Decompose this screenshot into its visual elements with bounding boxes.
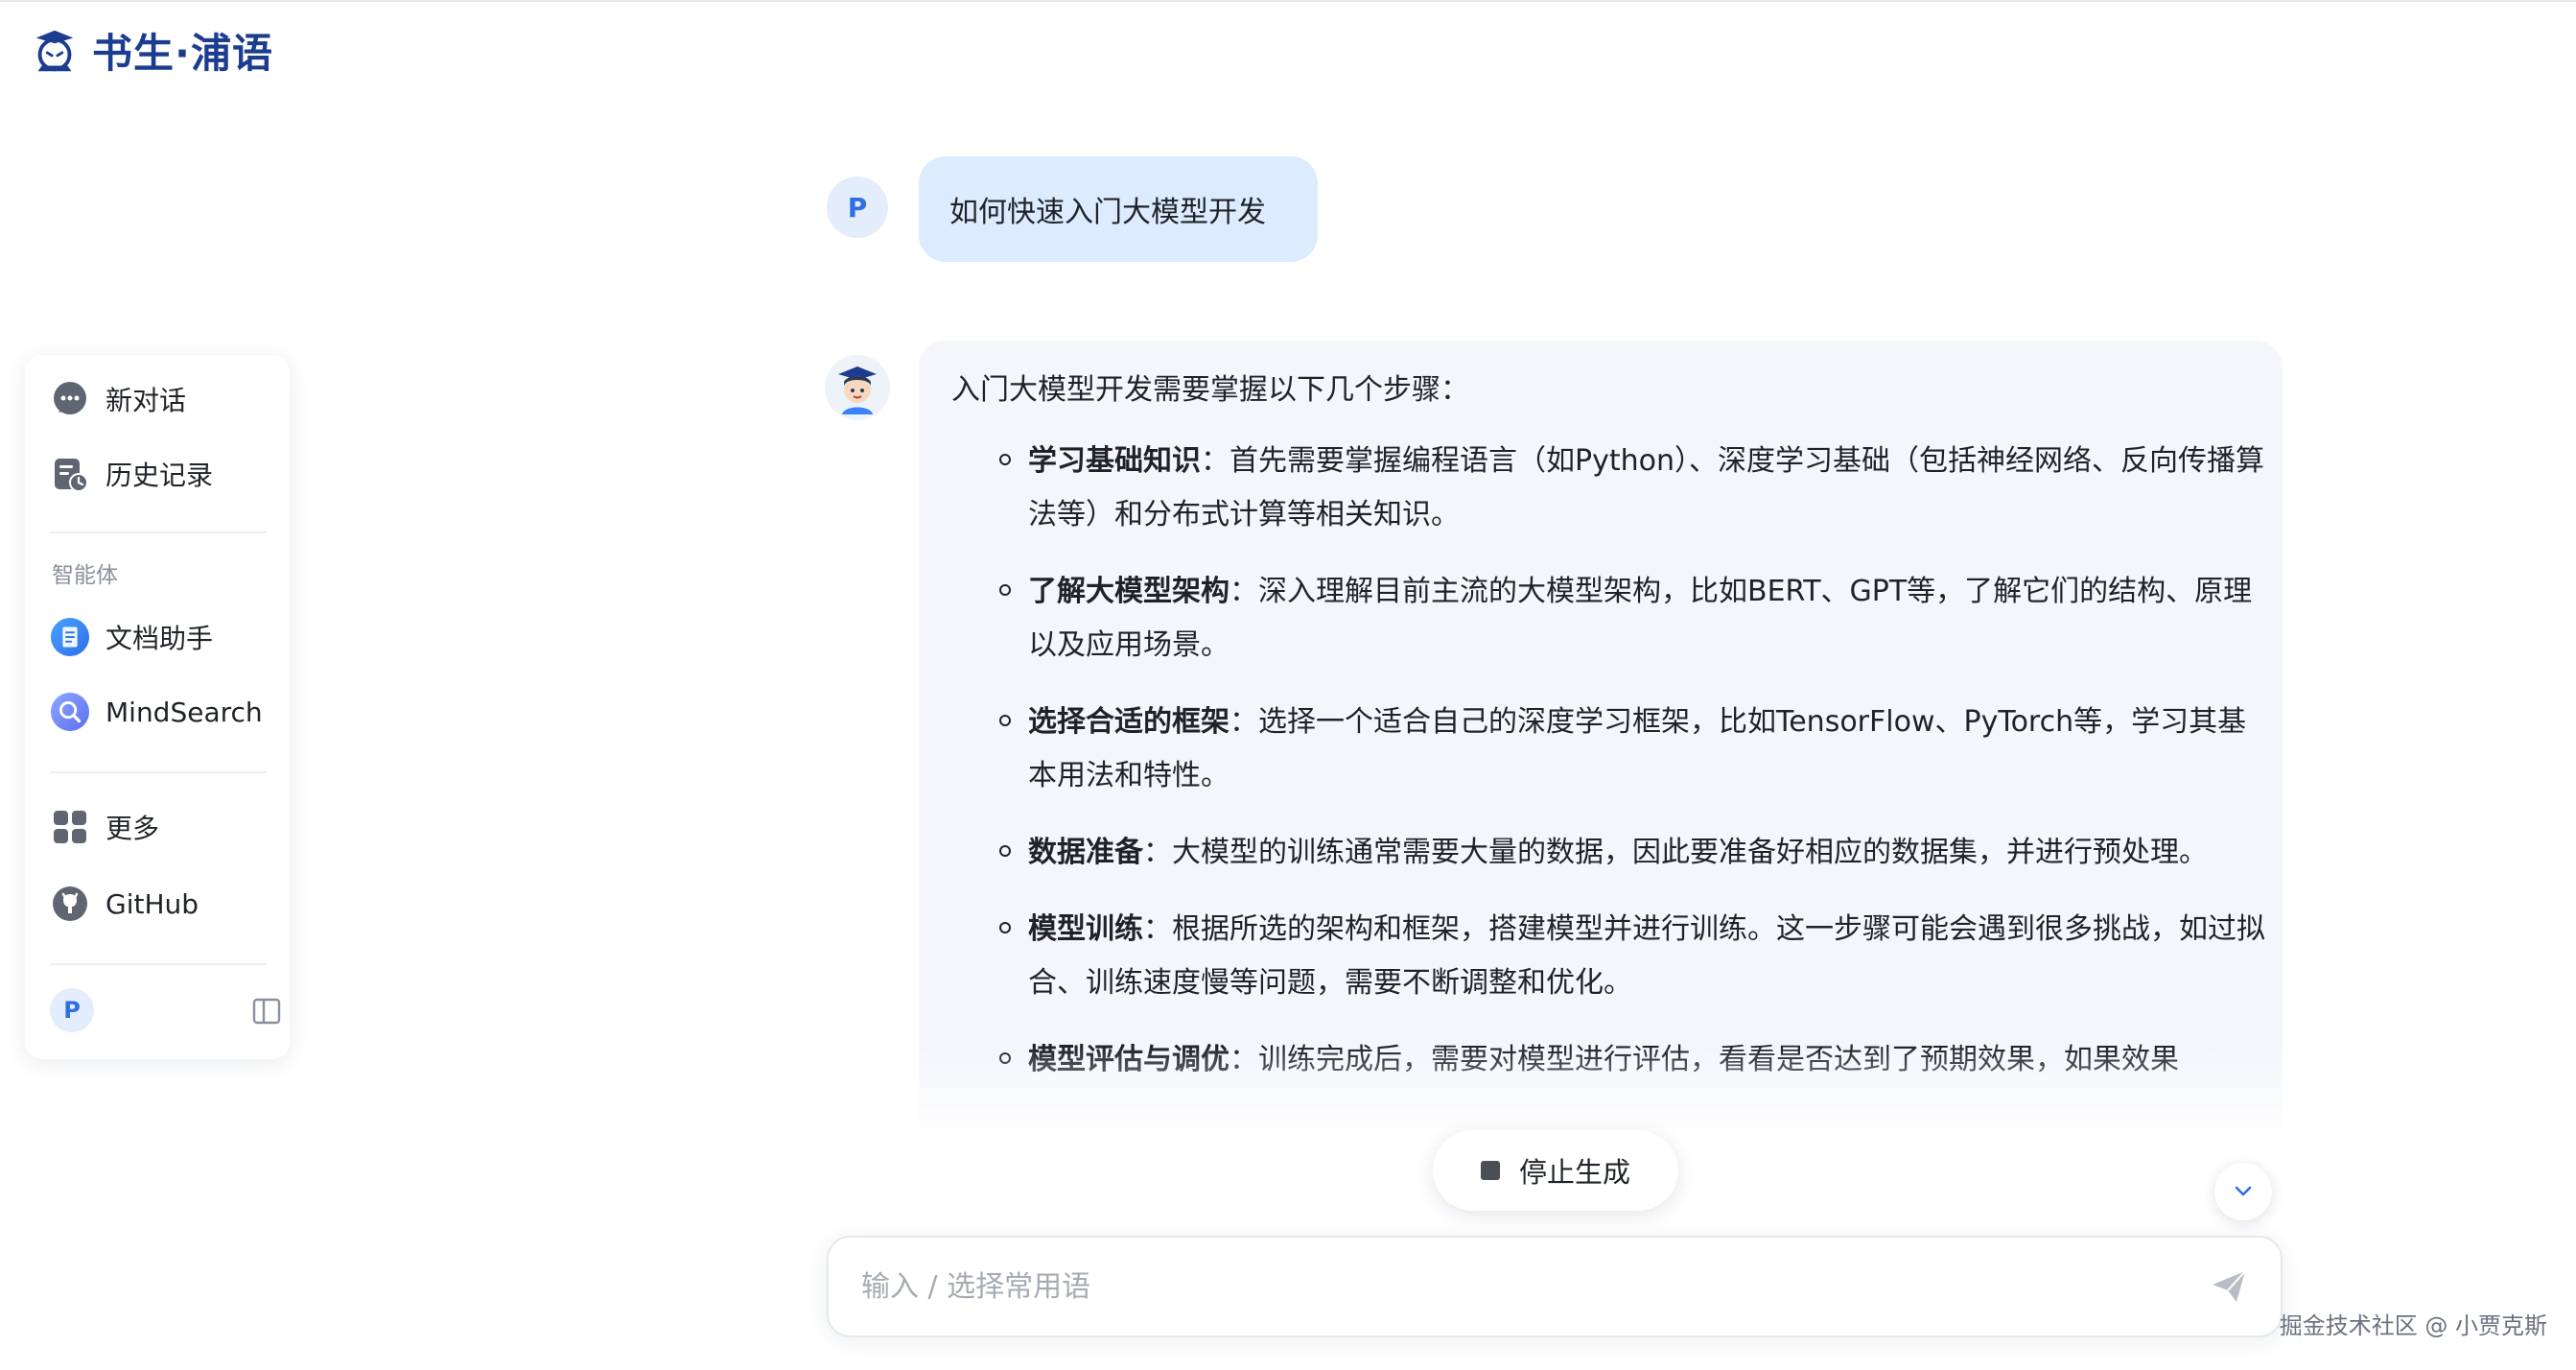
sidebar-collapse-icon[interactable] xyxy=(251,996,282,1027)
user-avatar: P xyxy=(827,177,888,238)
bullet-icon xyxy=(999,1052,1011,1064)
sidebar-item-new-chat[interactable]: 新对话 xyxy=(50,372,186,426)
bullet-icon xyxy=(999,715,1011,726)
document-assistant-icon xyxy=(50,617,90,657)
user-message-bubble: 如何快速入门大模型开发 xyxy=(919,156,1318,262)
sidebar-item-label: 更多 xyxy=(105,813,160,844)
bullet-icon xyxy=(999,845,1011,857)
steps-list: 学习基础知识：首先需要掌握编程语言（如Python）、深度学习基础（包括神经网络… xyxy=(951,435,2265,1087)
step-text: ：根据所选的架构和框架，搭建模型并进行训练。这一步骤可能会遇到很多挑战，如过拟合… xyxy=(1028,912,2265,1000)
step-text: ：训练完成后，需要对模型进行评估，看看是否达到了预期效果，如果效果 xyxy=(1229,1043,2179,1076)
stop-generating-button[interactable]: 停止生成 xyxy=(1433,1130,1678,1211)
sidebar-item-document-assistant[interactable]: 文档助手 xyxy=(50,610,213,664)
step-title: 模型训练 xyxy=(1028,912,1143,946)
chat-input-container xyxy=(827,1236,2283,1337)
list-item: 数据准备：大模型的训练通常需要大量的数据，因此要准备好相应的数据集，并进行预处理… xyxy=(951,826,2275,880)
history-icon xyxy=(50,454,90,494)
sidebar-item-history[interactable]: 历史记录 xyxy=(50,447,213,501)
sidebar-item-label: 新对话 xyxy=(105,385,187,416)
chat-input[interactable] xyxy=(859,1268,2208,1305)
assistant-avatar-icon xyxy=(825,355,890,420)
app-logo[interactable]: 书生·浦语 xyxy=(27,21,273,80)
sidebar-divider xyxy=(50,963,267,965)
list-item: 选择合适的框架：选择一个适合自己的深度学习框架，比如TensorFlow、PyT… xyxy=(951,696,2275,803)
list-item: 了解大模型架构：深入理解目前主流的大模型架构，比如BERT、GPT等，了解它们的… xyxy=(951,565,2275,673)
logo-text: 书生·浦语 xyxy=(92,30,273,77)
step-title: 模型评估与调优 xyxy=(1028,1043,1229,1076)
assistant-intro-text: 入门大模型开发需要掌握以下几个步骤： xyxy=(951,373,1469,407)
mindsearch-icon xyxy=(50,692,90,732)
sidebar-item-label: MindSearch xyxy=(105,696,263,728)
chat-bubble-icon xyxy=(50,379,90,419)
user-message-text: 如何快速入门大模型开发 xyxy=(949,196,1266,229)
step-title: 选择合适的框架 xyxy=(1028,705,1229,739)
stop-generating-label: 停止生成 xyxy=(1518,1156,1630,1189)
sidebar-item-more[interactable]: 更多 xyxy=(50,800,159,854)
step-title: 学习基础知识 xyxy=(1028,444,1201,478)
list-item: 学习基础知识：首先需要掌握编程语言（如Python）、深度学习基础（包括神经网络… xyxy=(951,435,2275,542)
sidebar-item-label: 文档助手 xyxy=(105,623,214,654)
assistant-message-bubble: 入门大模型开发需要掌握以下几个步骤： 学习基础知识：首先需要掌握编程语言（如Py… xyxy=(919,341,2283,1127)
sidebar-item-label: GitHub xyxy=(105,887,199,920)
bullet-icon xyxy=(999,922,1011,933)
window-top-border xyxy=(0,0,2576,2)
watermark: 掘金技术社区 @ 小贾克斯 xyxy=(2279,1312,2547,1339)
sidebar-divider xyxy=(50,771,267,773)
step-title: 数据准备 xyxy=(1028,836,1143,869)
user-avatar[interactable]: P xyxy=(50,988,94,1032)
chevron-down-icon xyxy=(2235,1186,2252,1196)
scholar-logo-icon xyxy=(35,30,74,71)
sidebar: 新对话 历史记录 智能体 文档助手 MindSearch 更多 GitHub P xyxy=(25,355,290,1059)
list-item: 模型训练：根据所选的架构和框架，搭建模型并进行训练。这一步骤可能会遇到很多挑战，… xyxy=(951,903,2275,1010)
list-item: 模型评估与调优：训练完成后，需要对模型进行评估，看看是否达到了预期效果，如果效果 xyxy=(951,1033,2275,1087)
agents-group-title: 智能体 xyxy=(52,563,118,588)
step-title: 了解大模型架构 xyxy=(1028,575,1229,608)
sidebar-item-label: 历史记录 xyxy=(105,460,214,491)
stop-icon xyxy=(1480,1161,1500,1180)
step-text: ：大模型的训练通常需要大量的数据，因此要准备好相应的数据集，并进行预处理。 xyxy=(1143,836,2208,869)
scroll-to-bottom-button[interactable] xyxy=(2214,1163,2272,1220)
sidebar-item-mindsearch[interactable]: MindSearch xyxy=(50,685,263,739)
bullet-icon xyxy=(999,454,1011,465)
send-icon[interactable] xyxy=(2208,1265,2250,1308)
grid-icon xyxy=(50,807,90,847)
step-text: ：首先需要掌握编程语言（如Python）、深度学习基础（包括神经网络、反向传播算… xyxy=(1028,444,2264,531)
sidebar-item-github[interactable]: GitHub xyxy=(50,877,199,931)
sidebar-divider xyxy=(50,531,267,533)
bullet-icon xyxy=(999,584,1011,596)
github-icon xyxy=(50,884,90,924)
